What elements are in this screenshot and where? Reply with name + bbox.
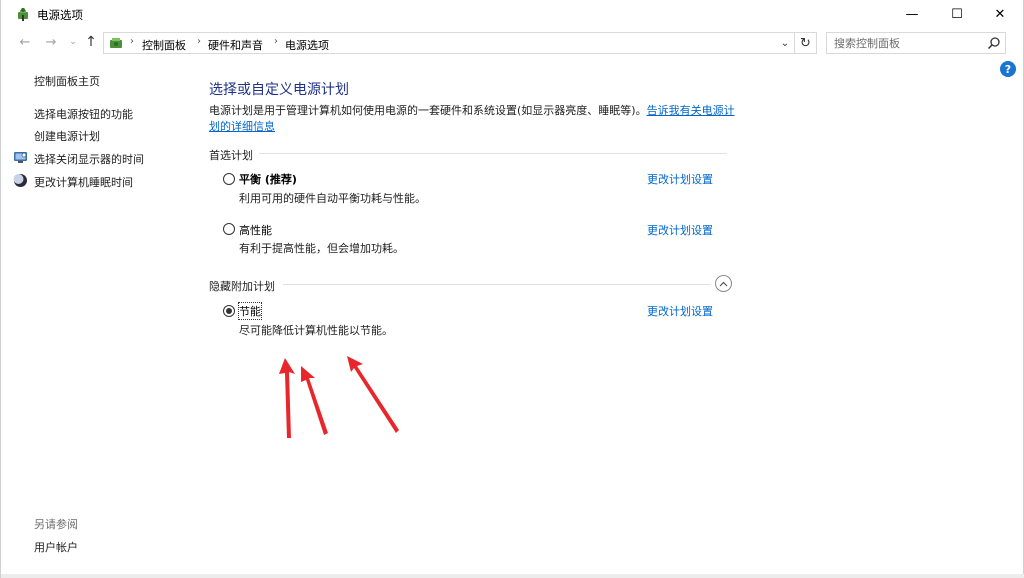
plan-name-balanced[interactable]: 平衡 (推荐) xyxy=(239,171,297,187)
maximize-icon: ☐ xyxy=(951,6,963,22)
arrow-up-icon: ↑ xyxy=(85,34,97,50)
breadcrumb-separator: › xyxy=(274,36,278,47)
description-text: 电源计划是用于管理计算机如何使用电源的一套硬件和系统设置(如显示器亮度、睡眠等)… xyxy=(209,104,647,117)
moon-icon xyxy=(13,174,27,187)
hidden-plans-heading: 隐藏附加计划 xyxy=(209,280,275,293)
breadcrumb-hardware-sound[interactable]: 硬件和声音 xyxy=(208,37,263,53)
annotation-arrow xyxy=(347,356,399,433)
plan-desc-power-saver: 尽可能降低计算机性能以节能。 xyxy=(239,324,393,337)
plan-radio-high-performance[interactable] xyxy=(223,223,235,235)
breadcrumb-control-panel[interactable]: 控制面板 xyxy=(142,37,186,53)
section-divider xyxy=(259,153,727,154)
window-title: 电源选项 xyxy=(37,8,83,22)
forward-button[interactable]: → xyxy=(41,32,61,52)
search-input[interactable] xyxy=(827,33,983,53)
title-bar: 电源选项 — ☐ ✕ xyxy=(1,0,1023,28)
power-options-icon xyxy=(18,8,28,21)
sidebar-item-sleep-time[interactable]: 更改计算机睡眠时间 xyxy=(34,174,133,190)
search-icon[interactable] xyxy=(987,36,1001,50)
plan-name-power-saver[interactable]: 节能 xyxy=(238,302,262,320)
power-options-window: 电源选项 — ☐ ✕ ← → ⌄ ↑ › 控制面板 › 硬件和声音 › 电源选项… xyxy=(0,0,1024,578)
annotation-arrow xyxy=(301,366,328,435)
search-box xyxy=(826,32,1006,54)
maximize-button[interactable]: ☐ xyxy=(934,0,980,28)
address-dropdown-button[interactable]: ⌄ xyxy=(776,33,794,53)
close-button[interactable]: ✕ xyxy=(977,0,1023,28)
page-title: 选择或自定义电源计划 xyxy=(209,82,349,98)
recent-locations-button[interactable]: ⌄ xyxy=(63,32,83,52)
learn-more-link[interactable]: 告诉我有关电源计 xyxy=(647,104,735,117)
up-button[interactable]: ↑ xyxy=(81,32,101,52)
change-plan-settings-power-saver[interactable]: 更改计划设置 xyxy=(647,303,713,319)
plan-desc-balanced: 利用可用的硬件自动平衡功耗与性能。 xyxy=(239,192,426,205)
collapse-hidden-plans-button[interactable] xyxy=(715,275,732,292)
see-also-heading: 另请参阅 xyxy=(34,518,78,531)
change-plan-settings-balanced[interactable]: 更改计划设置 xyxy=(647,171,713,187)
plan-radio-balanced[interactable] xyxy=(223,173,235,185)
breadcrumb-power-options[interactable]: 电源选项 xyxy=(285,37,329,53)
plan-radio-power-saver[interactable] xyxy=(223,305,235,317)
change-plan-settings-high-performance[interactable]: 更改计划设置 xyxy=(647,222,713,238)
monitor-icon xyxy=(14,152,27,163)
window-bottom-edge xyxy=(1,574,1024,578)
page-description: 电源计划是用于管理计算机如何使用电源的一套硬件和系统设置(如显示器亮度、睡眠等)… xyxy=(209,103,739,135)
plan-desc-high-performance: 有利于提高性能，但会增加功耗。 xyxy=(239,242,404,255)
chevron-up-icon xyxy=(719,281,728,286)
sidebar-home-link[interactable]: 控制面板主页 xyxy=(34,73,100,89)
minimize-icon: — xyxy=(905,6,919,22)
annotation-arrows xyxy=(279,356,399,438)
navigation-bar: ← → ⌄ ↑ › 控制面板 › 硬件和声音 › 电源选项 ⌄ ↻ xyxy=(1,30,1023,56)
sidebar-item-power-button[interactable]: 选择电源按钮的功能 xyxy=(34,106,133,122)
close-icon: ✕ xyxy=(994,6,1006,22)
preferred-plans-heading: 首选计划 xyxy=(209,149,253,162)
arrow-right-icon: → xyxy=(45,34,57,50)
refresh-button[interactable]: ↻ xyxy=(795,32,817,54)
section-divider xyxy=(283,284,711,285)
minimize-button[interactable]: — xyxy=(889,0,935,28)
control-panel-icon xyxy=(110,38,122,48)
arrow-left-icon: ← xyxy=(19,34,31,50)
address-bar[interactable]: › 控制面板 › 硬件和声音 › 电源选项 ⌄ xyxy=(103,32,795,54)
refresh-icon: ↻ xyxy=(800,35,811,51)
sidebar-item-create-plan[interactable]: 创建电源计划 xyxy=(34,128,100,144)
breadcrumb-separator: › xyxy=(130,36,134,47)
help-icon[interactable]: ? xyxy=(1000,61,1016,77)
breadcrumb-separator: › xyxy=(197,36,201,47)
back-button[interactable]: ← xyxy=(15,32,35,52)
annotation-arrow xyxy=(279,358,295,438)
plan-name-high-performance[interactable]: 高性能 xyxy=(239,222,272,238)
chevron-down-icon: ⌄ xyxy=(780,37,790,49)
sidebar-item-user-accounts[interactable]: 用户帐户 xyxy=(34,539,78,555)
sidebar-item-display-off[interactable]: 选择关闭显示器的时间 xyxy=(34,151,144,167)
learn-more-link-continued[interactable]: 划的详细信息 xyxy=(209,120,275,133)
chevron-down-icon: ⌄ xyxy=(69,37,77,47)
